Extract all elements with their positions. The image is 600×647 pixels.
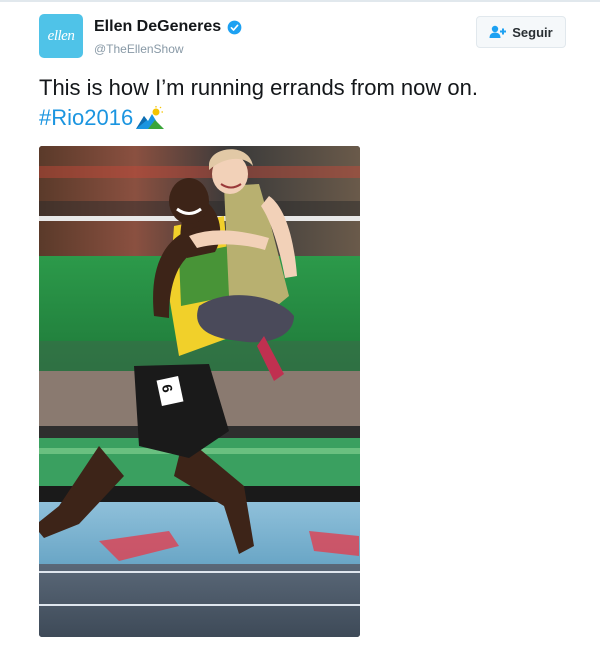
user-names: Ellen DeGeneres @TheEllenShow <box>94 18 242 56</box>
follow-button[interactable]: Seguir <box>476 16 566 48</box>
verified-badge-icon <box>227 20 242 34</box>
tweet-body: This is how I’m running errands from now… <box>39 75 478 100</box>
avatar-logo-text: ellen <box>47 27 75 44</box>
hashtag-link[interactable]: #Rio2016 <box>39 105 133 130</box>
tweet-text: This is how I’m running errands from now… <box>39 73 579 133</box>
top-divider <box>0 0 600 2</box>
display-name-row: Ellen DeGeneres <box>94 18 242 36</box>
photo-sprinter-carrying-woman: 6 <box>39 146 360 637</box>
rio2016-mountain-icon <box>136 106 165 129</box>
display-name[interactable]: Ellen DeGeneres <box>94 18 221 36</box>
tweet-photo[interactable]: 6 <box>39 146 360 637</box>
user-handle[interactable]: @TheEllenShow <box>94 42 242 56</box>
follow-label: Seguir <box>512 24 553 40</box>
add-user-icon <box>489 25 507 38</box>
avatar[interactable]: ellen <box>39 14 83 58</box>
tweet-header: ellen Ellen DeGeneres @TheEllenShow Segu… <box>39 14 569 62</box>
